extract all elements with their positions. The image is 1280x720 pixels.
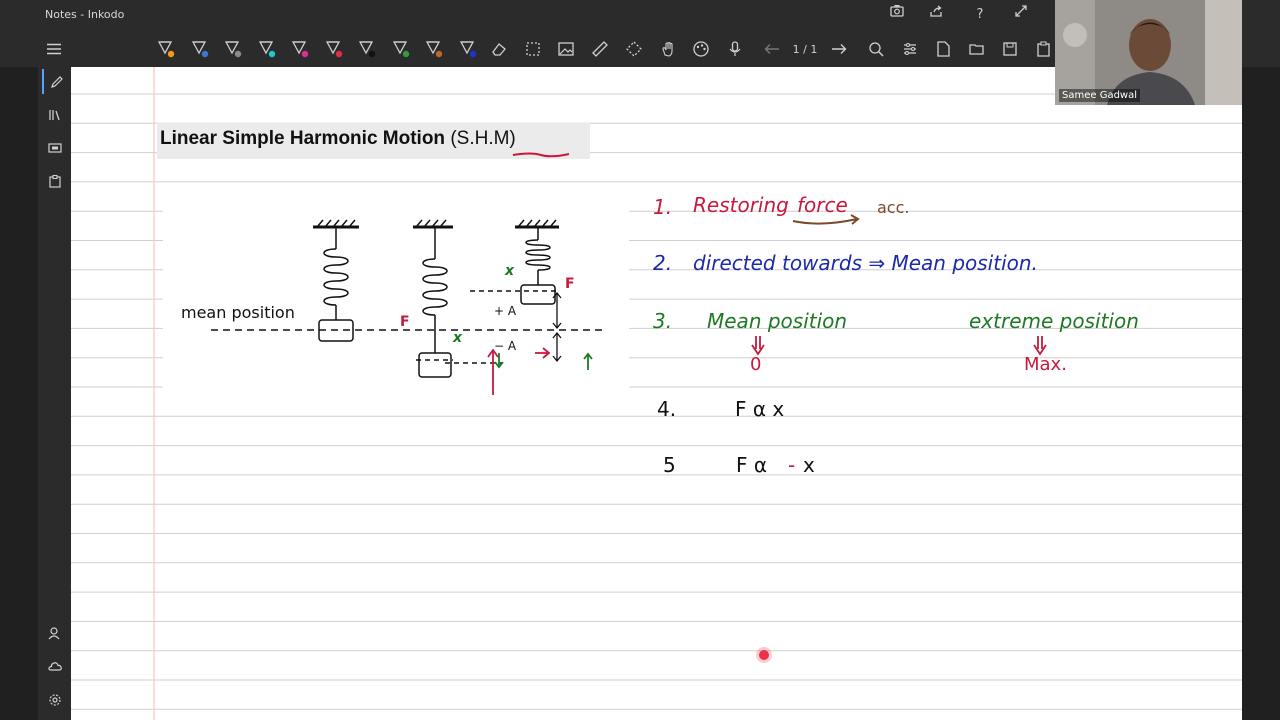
save-icon[interactable] <box>997 36 1023 62</box>
pen-navy-icon[interactable] <box>455 36 481 62</box>
pen-blue-icon[interactable] <box>187 36 213 62</box>
spring-mean <box>313 219 359 342</box>
point-2-num: 2. <box>653 251 673 275</box>
help-icon[interactable]: ? <box>967 4 993 26</box>
image-icon[interactable] <box>553 36 579 62</box>
disp-label-left: x <box>453 330 463 346</box>
hamburger-icon[interactable] <box>41 36 67 62</box>
eraser-icon[interactable] <box>486 36 512 62</box>
webcam-overlay: Samee Gadwal <box>1055 0 1242 105</box>
palette-icon[interactable] <box>688 36 714 62</box>
force-label-right: F <box>565 276 575 292</box>
app-title: Notes - Inkodo <box>45 8 125 21</box>
user-icon[interactable] <box>42 620 67 645</box>
note-canvas[interactable]: Linear Simple Harmonic Motion (S.H.M) me… <box>71 67 1242 720</box>
mean-value: 0 <box>750 354 762 375</box>
point-2-text: directed towards ⇒ Mean position. <box>693 251 1038 275</box>
gear-icon[interactable] <box>42 687 67 712</box>
pen-green-icon[interactable] <box>388 36 414 62</box>
pen-magenta-icon[interactable] <box>287 36 313 62</box>
pen-red-icon[interactable] <box>321 36 347 62</box>
share-icon[interactable] <box>923 4 949 26</box>
point-5-text-c: x <box>803 453 815 477</box>
abbr-underline <box>512 152 570 158</box>
point-1-arrow <box>792 214 860 225</box>
window-right-edge <box>1242 67 1280 720</box>
mic-icon[interactable] <box>722 36 748 62</box>
point-3-extreme: extreme position <box>969 309 1139 333</box>
extreme-value: Max. <box>1024 354 1067 375</box>
mean-position-label: mean position <box>181 303 295 322</box>
pen-mode-icon[interactable] <box>42 69 69 94</box>
fullscreen-icon[interactable] <box>1008 4 1034 26</box>
point-1-num: 1. <box>653 195 673 219</box>
point-5-text-a: F α <box>736 453 768 477</box>
screenshot-icon[interactable] <box>884 4 910 26</box>
point-3-num: 3. <box>653 309 673 333</box>
point-5-minus: - <box>788 453 796 477</box>
presenter-name: Samee Gadwal <box>1059 89 1141 102</box>
back-arrow-icon[interactable] <box>759 36 785 62</box>
plus-amplitude-label: + A <box>494 304 517 318</box>
window-left-edge <box>0 30 38 720</box>
pen-black-icon[interactable] <box>354 36 380 62</box>
library-icon[interactable] <box>42 102 67 127</box>
forward-arrow-icon[interactable] <box>826 36 852 62</box>
cloud-icon[interactable] <box>42 653 67 678</box>
paste-icon[interactable] <box>1031 36 1057 62</box>
pen-orange-icon[interactable] <box>153 36 179 62</box>
point-4-text: F α x <box>735 397 785 421</box>
ruler-icon[interactable] <box>587 36 613 62</box>
point-4-num: 4. <box>657 397 677 421</box>
minus-amplitude-label: − A <box>494 339 517 353</box>
slides-icon[interactable] <box>42 135 67 160</box>
page-title: Linear Simple Harmonic Motion (S.H.M) <box>160 128 516 150</box>
settings-icon[interactable] <box>897 36 923 62</box>
force-label-left: F <box>400 314 410 330</box>
point-1-acc: acc. <box>877 198 910 217</box>
point-5-num: 5 <box>663 453 676 477</box>
heading-text: Linear Simple Harmonic Motion <box>160 128 446 149</box>
heading-abbr: (S.H.M) <box>450 128 516 149</box>
zoom-icon[interactable] <box>863 36 889 62</box>
left-rail <box>38 67 71 720</box>
clipboard-icon[interactable] <box>42 168 67 193</box>
pen-gray-icon[interactable] <box>220 36 246 62</box>
laser-pointer <box>759 650 769 660</box>
select-icon[interactable] <box>520 36 546 62</box>
pan-hand-icon[interactable] <box>655 36 681 62</box>
new-page-icon[interactable] <box>930 36 956 62</box>
point-1-text: Restoring <box>693 193 789 217</box>
pen-brown-icon[interactable] <box>421 36 447 62</box>
pen-cyan-icon[interactable] <box>254 36 280 62</box>
spring-extended <box>413 219 453 378</box>
open-folder-icon[interactable] <box>964 36 990 62</box>
disp-label-right: x <box>505 263 515 279</box>
lasso-icon[interactable] <box>621 36 647 62</box>
page-indicator: 1 / 1 <box>792 43 818 56</box>
point-3-mean: Mean position <box>707 309 848 333</box>
